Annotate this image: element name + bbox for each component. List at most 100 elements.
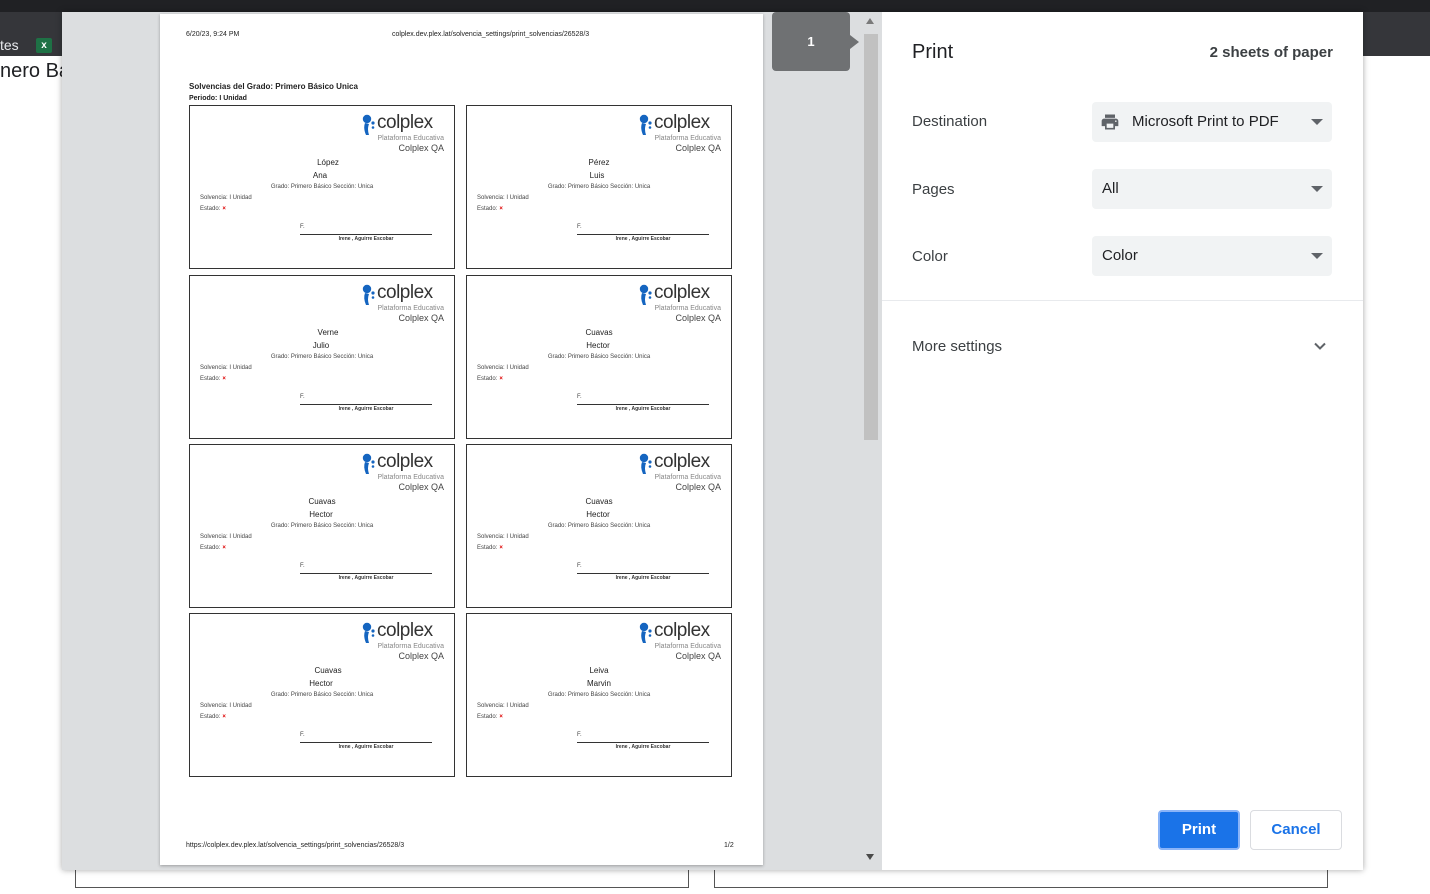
status-label: Estado:: [477, 376, 498, 382]
print-settings-panel: Print 2 sheets of paper Destination Micr…: [882, 12, 1363, 870]
preview-scrollbar[interactable]: [862, 12, 880, 870]
student-first-name: Julio: [312, 341, 330, 350]
signature-f-label: F.: [577, 394, 582, 400]
solvency-period: Solvencia: I Unidad: [477, 365, 529, 371]
logo-tagline: Plataforma Educativa: [654, 305, 721, 312]
colplex-logo: colplex Plataforma Educativa Colplex QA: [362, 620, 444, 664]
signature-f-label: F.: [577, 563, 582, 569]
sheet-count: 2 sheets of paper: [1209, 44, 1333, 61]
student-first-name: Hector: [309, 679, 333, 688]
signature-f-label: F.: [300, 563, 305, 569]
colplex-logo: colplex Plataforma Educativa Colplex QA: [639, 451, 721, 495]
logo-tagline: Plataforma Educativa: [654, 135, 721, 142]
signature-line: [577, 742, 709, 743]
colplex-logo-icon: [639, 114, 652, 135]
solvency-period: Solvencia: I Unidad: [477, 195, 529, 201]
colplex-logo: colplex Plataforma Educativa Colplex QA: [639, 620, 721, 664]
signer-name: Irene , Aguirre Escobar: [338, 406, 394, 412]
signer-name: Irene , Aguirre Escobar: [338, 236, 394, 242]
colplex-logo-icon: [362, 284, 375, 305]
student-first-name: Ana: [312, 171, 328, 180]
signature-line: [300, 573, 432, 574]
school-name: Colplex QA: [398, 313, 444, 323]
solvency-period: Solvencia: I Unidad: [200, 703, 252, 709]
destination-select[interactable]: Microsoft Print to PDF: [1092, 102, 1332, 142]
status-label: Estado:: [477, 545, 498, 551]
student-last-name: López: [317, 158, 339, 167]
print-title: Print: [912, 41, 954, 63]
signature-f-label: F.: [300, 224, 305, 230]
colplex-logo-icon: [639, 622, 652, 643]
signature-line: [577, 234, 709, 235]
page-header-date: 6/20/23, 9:24 PM: [186, 31, 240, 38]
logo-tagline: Plataforma Educativa: [377, 135, 444, 142]
page-header-url: colplex.dev.plex.lat/solvencia_settings/…: [392, 31, 590, 38]
school-name: Colplex QA: [398, 651, 444, 661]
scroll-down-arrow-icon[interactable]: [866, 854, 874, 860]
student-last-name: Leiva: [589, 666, 609, 675]
logo-tagline: Plataforma Educativa: [377, 474, 444, 481]
destination-label: Destination: [912, 113, 988, 130]
excel-icon[interactable]: x: [36, 38, 52, 53]
settings-divider: [882, 300, 1363, 301]
logo-wordmark: colplex: [377, 112, 433, 133]
student-first-name: Marvin: [586, 679, 611, 688]
cancel-button[interactable]: Cancel: [1250, 810, 1342, 850]
logo-wordmark: colplex: [654, 451, 710, 472]
dropdown-arrow-icon: [1311, 119, 1323, 125]
colplex-logo-icon: [639, 284, 652, 305]
color-select[interactable]: Color: [1092, 236, 1332, 276]
student-first-name: Hector: [586, 510, 610, 519]
school-name: Colplex QA: [398, 143, 444, 153]
school-name: Colplex QA: [675, 143, 721, 153]
bookmark-item[interactable]: tes: [0, 37, 19, 53]
grade-section: Grado: Primero Básico Sección: Unica: [270, 354, 374, 360]
solvency-status: Estado: ×: [200, 545, 226, 551]
signer-name: Irene , Aguirre Escobar: [338, 575, 394, 581]
signature-line: [300, 404, 432, 405]
grade-section: Grado: Primero Básico Sección: Unica: [547, 692, 651, 698]
signature-f-label: F.: [577, 732, 582, 738]
signer-name: Irene , Aguirre Escobar: [615, 744, 671, 750]
solvency-status: Estado: ×: [477, 545, 503, 551]
student-last-name: Cuavas: [308, 497, 336, 506]
status-x-icon: ×: [499, 376, 503, 382]
pages-label: Pages: [912, 181, 955, 198]
pages-select[interactable]: All: [1092, 169, 1332, 209]
page-badge-pointer: [850, 35, 859, 49]
document-period: Periodo: I Unidad: [189, 95, 247, 102]
browser-top-bar: [0, 0, 1430, 12]
solvency-status: Estado: ×: [200, 376, 226, 382]
more-settings-toggle[interactable]: More settings: [912, 338, 1002, 355]
solvency-card: colplex Plataforma Educativa Colplex QA …: [466, 105, 732, 269]
logo-wordmark: colplex: [654, 112, 710, 133]
colplex-logo: colplex Plataforma Educativa Colplex QA: [362, 451, 444, 495]
destination-value: Microsoft Print to PDF: [1132, 113, 1279, 130]
logo-wordmark: colplex: [377, 282, 433, 303]
student-first-name: Hector: [586, 341, 610, 350]
status-label: Estado:: [200, 206, 221, 212]
status-label: Estado:: [200, 714, 221, 720]
chevron-down-icon[interactable]: [1313, 339, 1327, 353]
print-dialog: 6/20/23, 9:24 PM colplex.dev.plex.lat/so…: [62, 12, 1363, 870]
status-x-icon: ×: [499, 545, 503, 551]
solvency-card: colplex Plataforma Educativa Colplex QA …: [466, 275, 732, 439]
status-x-icon: ×: [222, 714, 226, 720]
print-preview-area: 6/20/23, 9:24 PM colplex.dev.plex.lat/so…: [62, 12, 882, 870]
colplex-logo-icon: [362, 453, 375, 474]
logo-tagline: Plataforma Educativa: [377, 305, 444, 312]
color-label: Color: [912, 248, 948, 265]
colplex-logo: colplex Plataforma Educativa Colplex QA: [362, 112, 444, 156]
solvency-period: Solvencia: I Unidad: [200, 195, 252, 201]
color-value: Color: [1102, 247, 1138, 264]
print-button[interactable]: Print: [1158, 810, 1240, 850]
solvency-card: colplex Plataforma Educativa Colplex QA …: [466, 444, 732, 608]
grade-section: Grado: Primero Básico Sección: Unica: [547, 184, 651, 190]
dropdown-arrow-icon: [1311, 186, 1323, 192]
scrollbar-thumb[interactable]: [864, 34, 878, 440]
colplex-logo: colplex Plataforma Educativa Colplex QA: [639, 112, 721, 156]
status-x-icon: ×: [222, 376, 226, 382]
student-first-name: Luis: [589, 171, 605, 180]
status-x-icon: ×: [499, 206, 503, 212]
scroll-up-arrow-icon[interactable]: [866, 18, 874, 24]
